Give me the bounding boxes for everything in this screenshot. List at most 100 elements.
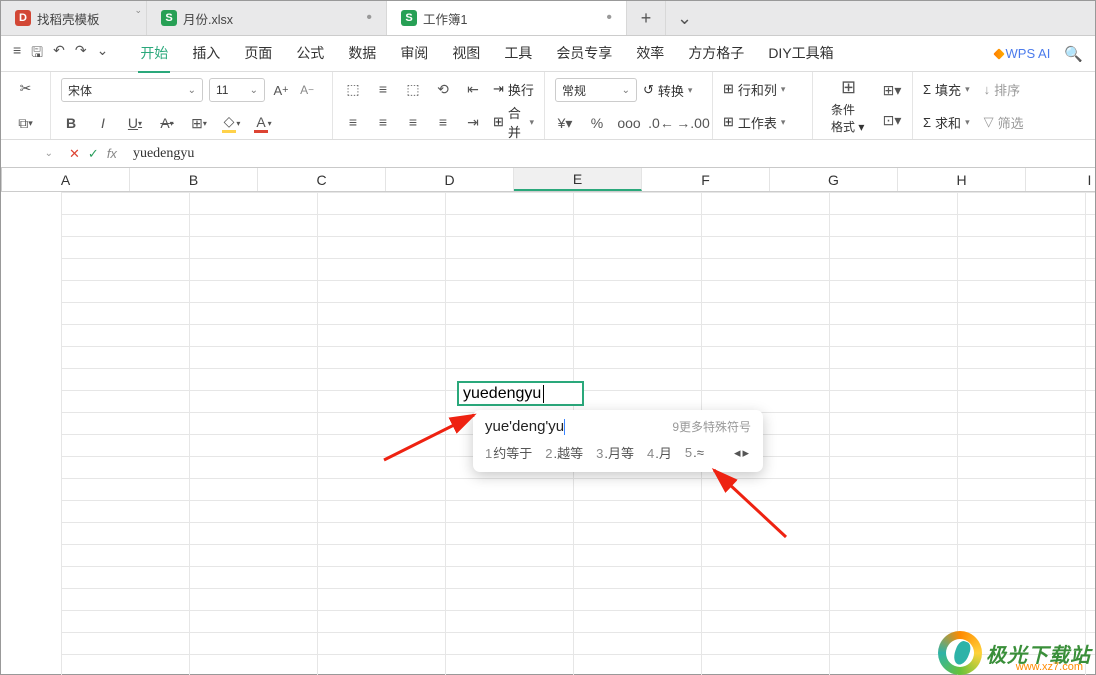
font-decrease-button[interactable]: A− [297,80,317,100]
underline-button[interactable]: U▾ [125,113,145,133]
cond-format-button[interactable]: ⊞条件格式 ▾ [823,73,874,139]
wps-ai-button[interactable]: WPS AI [995,46,1051,61]
modified-dot-icon: • [606,9,612,27]
currency-icon[interactable]: ¥▾ [555,113,575,133]
styles-group: ⊞条件格式 ▾ ⊞▾ ⊡▾ [813,72,913,139]
copy-icon[interactable]: ⧉▾ [11,113,40,133]
ime-cand-2[interactable]: 2.越等 [545,443,583,462]
cancel-icon[interactable]: ✕ [69,146,80,162]
col-header-D[interactable]: D [386,168,514,191]
menu-view[interactable]: 视图 [450,35,482,73]
sum-button[interactable]: Σ 求和▾ [923,111,970,133]
tab-template[interactable]: D 找稻壳模板 ⌄ [1,1,147,35]
formula-input[interactable]: yuedengyu [125,146,1095,162]
col-header-E[interactable]: E [514,168,642,191]
clipboard-group: ✂ ⧉▾ [1,72,51,139]
menu-page[interactable]: 页面 [242,35,274,73]
menu-ffgz[interactable]: 方方格子 [686,35,746,73]
table-style-icon[interactable]: ⊡▾ [882,111,902,131]
menu-insert[interactable]: 插入 [190,35,222,73]
name-box[interactable]: ⌄ [1,148,61,159]
align-right-icon[interactable]: ≡ [403,112,423,132]
align-top-icon[interactable]: ⬚ [343,79,363,99]
font-increase-button[interactable]: A+ [271,80,291,100]
edit-group: Σ 填充▾ ↓ 排序 Σ 求和▾ ▽ 筛选 [913,72,1037,139]
cell-style-icon[interactable]: ⊞▾ [882,81,902,101]
menu-review[interactable]: 审阅 [398,35,430,73]
menu-formula[interactable]: 公式 [294,35,326,73]
menu-icon[interactable]: ≡ [13,42,21,66]
quick-access: ≡ 🖫 ↶ ↷ ⌄ [1,42,120,66]
fill-color-button[interactable]: ◇▾ [221,113,241,133]
ime-cand-4[interactable]: 4.月 [647,443,672,462]
chevron-down-icon: ⌄ [134,5,142,16]
col-header-B[interactable]: B [130,168,258,191]
menu-diy[interactable]: DIY工具箱 [766,35,835,73]
merge-button[interactable]: ⊞ 合并▾ [493,111,534,133]
menu-efficiency[interactable]: 效率 [634,35,666,73]
indent-inc-icon[interactable]: ⇥ [463,112,483,132]
align-middle-icon[interactable]: ≡ [373,79,393,99]
percent-icon[interactable]: % [587,113,607,133]
convert-button[interactable]: ↺ 转换▾ [643,79,692,101]
tab-file-2[interactable]: S 工作簿1 • [387,1,627,35]
indent-dec-icon[interactable]: ⇤ [463,79,483,99]
col-header-I[interactable]: I [1026,168,1095,191]
font-color-button[interactable]: A▾ [253,113,273,133]
font-name-select[interactable]: 宋体⌄ [61,78,203,102]
ime-hint[interactable]: 9更多特殊符号 [672,418,751,435]
number-format-select[interactable]: 常规⌄ [555,78,637,102]
ime-cand-1[interactable]: 1约等于 [485,443,532,462]
dec-inc-icon[interactable]: .0← [651,113,671,133]
search-icon[interactable]: 🔍 [1064,45,1083,63]
justify-icon[interactable]: ≡ [433,112,453,132]
qa-dropdown-icon[interactable]: ⌄ [97,42,109,66]
align-bottom-icon[interactable]: ⬚ [403,79,423,99]
col-header-H[interactable]: H [898,168,1026,191]
ime-cand-5[interactable]: 5.≈ [685,445,704,460]
bold-button[interactable]: B [61,113,81,133]
menu-data[interactable]: 数据 [346,35,378,73]
spreadsheet-grid[interactable]: A B C D E F G H I yuedengyu 9更多特殊符号 yue'… [1,168,1095,675]
undo-icon[interactable]: ↶ [53,42,65,66]
tab-label: 月份.xlsx [183,9,233,28]
active-cell[interactable]: yuedengyu [457,381,584,406]
sort-button[interactable]: ↓ 排序 [984,78,1021,100]
menu-member[interactable]: 会员专享 [554,35,614,73]
fill-down-button[interactable]: Σ 填充▾ [923,78,970,100]
col-header-F[interactable]: F [642,168,770,191]
cut-icon[interactable]: ✂ [11,78,40,98]
italic-button[interactable]: I [93,113,113,133]
cells-area[interactable]: yuedengyu 9更多特殊符号 yue'deng'yu 1约等于 2.越等 … [61,192,1095,675]
menu-bar: ≡ 🖫 ↶ ↷ ⌄ 开始 插入 页面 公式 数据 审阅 视图 工具 会员专享 效… [1,36,1095,72]
col-header-C[interactable]: C [258,168,386,191]
orientation-icon[interactable]: ⟲ [433,79,453,99]
wrap-button[interactable]: ⇥ 换行 [493,78,534,100]
align-center-icon[interactable]: ≡ [373,112,393,132]
comma-icon[interactable]: ooo [619,113,639,133]
col-header-A[interactable]: A [2,168,130,191]
border-button[interactable]: ⊞▾ [189,113,209,133]
rows-cols-button[interactable]: ⊞ 行和列▾ [723,78,802,100]
confirm-icon[interactable]: ✓ [88,146,99,162]
tab-file-1[interactable]: S 月份.xlsx • [147,1,387,35]
align-group: ⬚ ≡ ⬚ ⟲ ⇤ ⇥ 换行 ≡ ≡ ≡ ≡ ⇥ ⊞ 合并▾ [333,72,545,139]
watermark-url: www.xz7.com [1016,661,1083,673]
worksheet-button[interactable]: ⊞ 工作表▾ [723,111,802,133]
add-tab-button[interactable]: + [627,1,665,35]
col-header-G[interactable]: G [770,168,898,191]
redo-icon[interactable]: ↷ [75,42,87,66]
strike-button[interactable]: A▾ [157,113,177,133]
tab-list-button[interactable]: ⌄ [665,1,703,35]
filter-button[interactable]: ▽ 筛选 [984,111,1024,133]
ime-cand-3[interactable]: 3.月等 [596,443,634,462]
cells-group: ⊞ 行和列▾ ⊞ 工作表▾ [713,72,813,139]
menu-start[interactable]: 开始 [138,35,170,73]
font-size-select[interactable]: 11⌄ [209,78,265,102]
save-icon[interactable]: 🖫 [31,42,43,66]
align-left-icon[interactable]: ≡ [343,112,363,132]
ime-pager[interactable]: ◂▸ [734,445,751,461]
menu-tools[interactable]: 工具 [502,35,534,73]
dec-dec-icon[interactable]: →.00 [683,113,703,133]
fx-icon[interactable]: fx [107,146,117,161]
